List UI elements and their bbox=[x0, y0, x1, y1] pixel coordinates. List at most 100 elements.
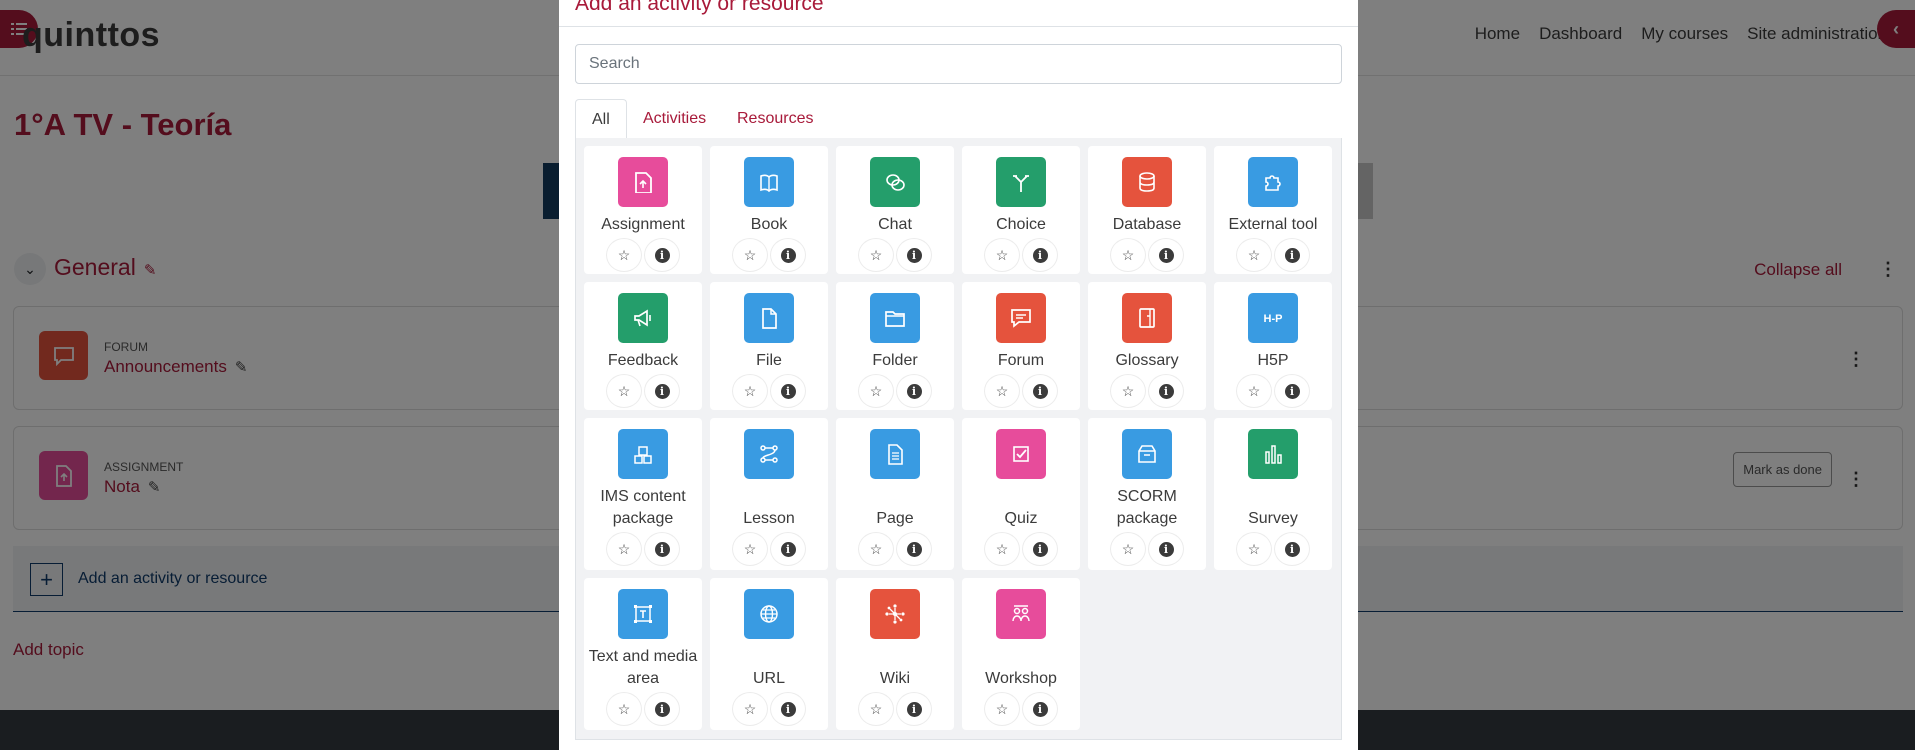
star-icon[interactable]: ☆ bbox=[858, 532, 894, 566]
info-button[interactable]: i bbox=[1274, 238, 1310, 272]
star-icon[interactable]: ☆ bbox=[1110, 374, 1146, 408]
scorm-icon bbox=[1122, 429, 1172, 479]
activity-option-card[interactable]: H-P H5P ☆ i bbox=[1214, 282, 1332, 410]
activity-option-card[interactable]: Database ☆ i bbox=[1088, 146, 1206, 274]
info-icon: i bbox=[906, 701, 922, 717]
url-icon bbox=[744, 589, 794, 639]
activity-option-card[interactable]: Text and media area ☆ i bbox=[584, 578, 702, 730]
star-icon[interactable]: ☆ bbox=[1110, 238, 1146, 272]
activity-option-actions: ☆ i bbox=[732, 238, 806, 272]
info-icon: i bbox=[906, 541, 922, 557]
star-icon[interactable]: ☆ bbox=[606, 374, 642, 408]
info-icon: i bbox=[1032, 701, 1048, 717]
info-icon: i bbox=[654, 541, 670, 557]
activity-option-card[interactable]: External tool ☆ i bbox=[1214, 146, 1332, 274]
info-button[interactable]: i bbox=[770, 374, 806, 408]
info-button[interactable]: i bbox=[770, 532, 806, 566]
info-button[interactable]: i bbox=[770, 238, 806, 272]
activity-option-card[interactable]: Forum ☆ i bbox=[962, 282, 1080, 410]
info-button[interactable]: i bbox=[1022, 374, 1058, 408]
tab-all[interactable]: All bbox=[575, 99, 627, 140]
activity-option-card[interactable]: File ☆ i bbox=[710, 282, 828, 410]
info-button[interactable]: i bbox=[644, 374, 680, 408]
info-button[interactable]: i bbox=[1274, 374, 1310, 408]
star-icon[interactable]: ☆ bbox=[732, 692, 768, 726]
activity-option-card[interactable]: Book ☆ i bbox=[710, 146, 828, 274]
info-button[interactable]: i bbox=[644, 692, 680, 726]
star-icon[interactable]: ☆ bbox=[858, 692, 894, 726]
info-button[interactable]: i bbox=[1274, 532, 1310, 566]
feedback-icon bbox=[618, 293, 668, 343]
choice-icon bbox=[996, 157, 1046, 207]
star-icon[interactable]: ☆ bbox=[606, 238, 642, 272]
folder-icon bbox=[870, 293, 920, 343]
activity-option-card[interactable]: IMS content package ☆ i bbox=[584, 418, 702, 570]
activity-option-actions: ☆ i bbox=[1236, 374, 1310, 408]
workshop-icon bbox=[996, 589, 1046, 639]
tab-resources[interactable]: Resources bbox=[721, 99, 829, 139]
info-button[interactable]: i bbox=[644, 238, 680, 272]
activity-option-card[interactable]: Quiz ☆ i bbox=[962, 418, 1080, 570]
info-button[interactable]: i bbox=[1022, 692, 1058, 726]
info-button[interactable]: i bbox=[1022, 238, 1058, 272]
activity-option-card[interactable]: Choice ☆ i bbox=[962, 146, 1080, 274]
activity-option-card[interactable]: URL ☆ i bbox=[710, 578, 828, 730]
info-button[interactable]: i bbox=[896, 692, 932, 726]
star-icon[interactable]: ☆ bbox=[1236, 374, 1272, 408]
star-icon[interactable]: ☆ bbox=[984, 692, 1020, 726]
search-input[interactable] bbox=[575, 44, 1342, 84]
info-icon: i bbox=[780, 383, 796, 399]
activity-option-card[interactable]: Feedback ☆ i bbox=[584, 282, 702, 410]
activity-option-card[interactable]: Lesson ☆ i bbox=[710, 418, 828, 570]
activity-option-card[interactable]: Survey ☆ i bbox=[1214, 418, 1332, 570]
info-button[interactable]: i bbox=[1148, 238, 1184, 272]
activity-option-card[interactable]: Page ☆ i bbox=[836, 418, 954, 570]
activity-option-label: H5P bbox=[1257, 352, 1289, 369]
activity-option-label: Page bbox=[876, 510, 914, 527]
book-icon bbox=[744, 157, 794, 207]
star-icon[interactable]: ☆ bbox=[858, 238, 894, 272]
info-button[interactable]: i bbox=[1148, 374, 1184, 408]
info-button[interactable]: i bbox=[896, 374, 932, 408]
activity-option-actions: ☆ i bbox=[858, 238, 932, 272]
star-icon[interactable]: ☆ bbox=[732, 238, 768, 272]
star-icon[interactable]: ☆ bbox=[1236, 532, 1272, 566]
star-icon[interactable]: ☆ bbox=[606, 532, 642, 566]
external-tool-icon bbox=[1248, 157, 1298, 207]
activity-option-actions: ☆ i bbox=[1236, 238, 1310, 272]
chat-icon bbox=[870, 157, 920, 207]
star-icon[interactable]: ☆ bbox=[606, 692, 642, 726]
database-icon bbox=[1122, 157, 1172, 207]
star-icon[interactable]: ☆ bbox=[858, 374, 894, 408]
info-icon: i bbox=[1032, 247, 1048, 263]
info-icon: i bbox=[1158, 383, 1174, 399]
activity-option-card[interactable]: Assignment ☆ i bbox=[584, 146, 702, 274]
info-icon: i bbox=[1284, 247, 1300, 263]
activity-option-card[interactable]: Workshop ☆ i bbox=[962, 578, 1080, 730]
star-icon[interactable]: ☆ bbox=[984, 532, 1020, 566]
info-button[interactable]: i bbox=[896, 532, 932, 566]
info-button[interactable]: i bbox=[770, 692, 806, 726]
star-icon[interactable]: ☆ bbox=[984, 238, 1020, 272]
activity-option-card[interactable]: Folder ☆ i bbox=[836, 282, 954, 410]
activity-option-card[interactable]: Chat ☆ i bbox=[836, 146, 954, 274]
tab-activities[interactable]: Activities bbox=[627, 99, 722, 139]
activity-option-label: Choice bbox=[996, 216, 1046, 233]
info-button[interactable]: i bbox=[1148, 532, 1184, 566]
activity-chooser-modal: Add an activity or resource All Activiti… bbox=[559, 0, 1358, 750]
star-icon[interactable]: ☆ bbox=[732, 374, 768, 408]
activity-option-card[interactable]: Wiki ☆ i bbox=[836, 578, 954, 730]
activity-option-card[interactable]: Glossary ☆ i bbox=[1088, 282, 1206, 410]
info-button[interactable]: i bbox=[644, 532, 680, 566]
activity-option-actions: ☆ i bbox=[858, 374, 932, 408]
star-icon[interactable]: ☆ bbox=[732, 532, 768, 566]
star-icon[interactable]: ☆ bbox=[1236, 238, 1272, 272]
info-button[interactable]: i bbox=[896, 238, 932, 272]
chooser-grid: Assignment ☆ i Book ☆ i Chat ☆ i Choice ☆ i Database… bbox=[575, 138, 1342, 740]
lesson-icon bbox=[744, 429, 794, 479]
activity-option-actions: ☆ i bbox=[732, 692, 806, 726]
activity-option-card[interactable]: SCORM package ☆ i bbox=[1088, 418, 1206, 570]
star-icon[interactable]: ☆ bbox=[984, 374, 1020, 408]
star-icon[interactable]: ☆ bbox=[1110, 532, 1146, 566]
info-button[interactable]: i bbox=[1022, 532, 1058, 566]
